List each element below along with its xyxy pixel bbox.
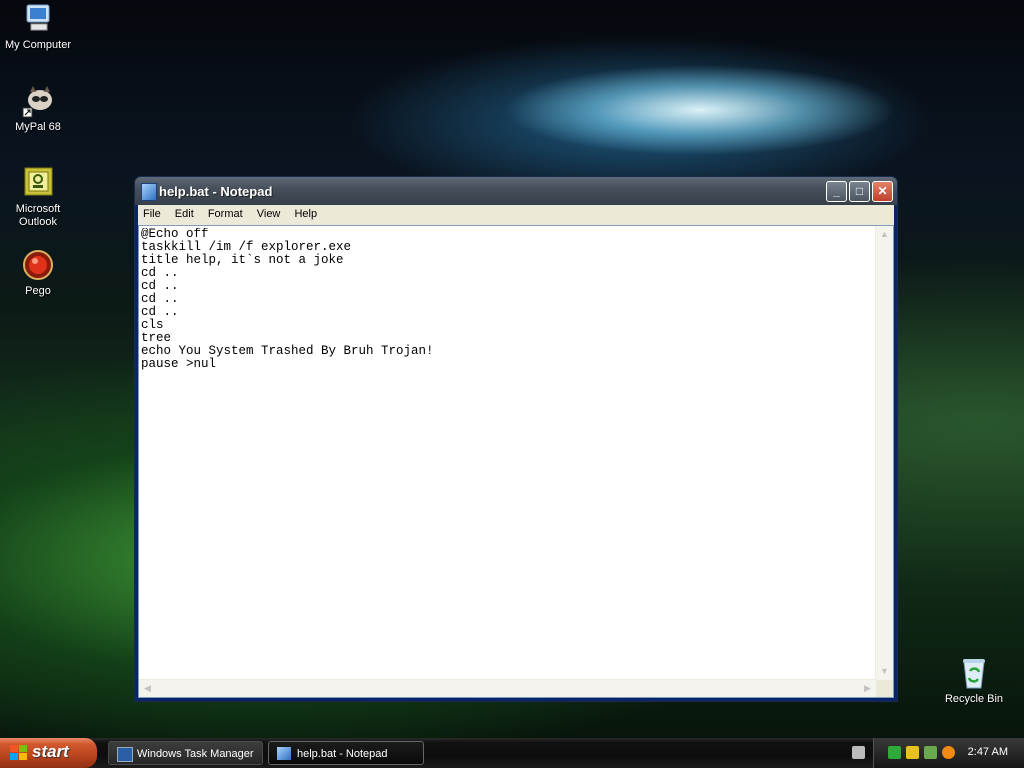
pego-icon <box>21 248 55 282</box>
desktop-icon-outlook[interactable]: Microsoft Outlook <box>0 166 76 229</box>
menu-edit[interactable]: Edit <box>170 205 200 220</box>
window-titlebar[interactable]: help.bat - Notepad _ □ ✕ <box>135 177 897 205</box>
outlook-icon <box>21 166 55 200</box>
menu-help[interactable]: Help <box>289 205 323 220</box>
notepad-icon <box>141 183 157 201</box>
window-title: help.bat - Notepad <box>159 184 273 199</box>
maximize-button[interactable]: □ <box>849 181 870 202</box>
desktop-icon-label-line1: Microsoft <box>15 203 61 215</box>
desktop-icon-recycle-bin[interactable]: Recycle Bin <box>936 656 1012 706</box>
close-button[interactable]: ✕ <box>872 181 893 202</box>
resize-grip[interactable] <box>876 680 893 697</box>
notepad-icon <box>277 747 291 760</box>
editor-area: @Echo off taskkill /im /f explorer.exe t… <box>138 225 894 698</box>
raccoon-icon <box>21 84 55 118</box>
scroll-left-icon[interactable]: ◀ <box>140 681 155 696</box>
task-manager-icon <box>117 747 133 762</box>
windows-logo-icon <box>10 745 28 761</box>
taskbar-item-task-manager[interactable]: Windows Task Manager <box>108 741 263 765</box>
scroll-down-icon[interactable]: ▼ <box>877 664 892 679</box>
security-shield-icon[interactable] <box>906 746 919 759</box>
desktop-icon-label: MyPal 68 <box>15 121 61 133</box>
desktop-icon-label-line2: Outlook <box>19 216 57 228</box>
safely-remove-icon[interactable] <box>924 746 937 759</box>
computer-icon <box>21 2 55 36</box>
keyboard-icon[interactable] <box>852 746 865 759</box>
start-label: start <box>32 742 69 761</box>
taskbar-item-label: help.bat - Notepad <box>297 748 388 760</box>
taskbar-item-label: Windows Task Manager <box>137 748 254 760</box>
desktop-icon-label: My Computer <box>4 39 72 51</box>
start-button[interactable]: start <box>0 738 97 768</box>
scroll-right-icon[interactable]: ▶ <box>860 681 875 696</box>
desktop-icon-pego[interactable]: Pego <box>0 248 76 298</box>
system-tray: 2:47 AM <box>873 738 1024 768</box>
vertical-scrollbar[interactable]: ▲ ▼ <box>875 226 893 680</box>
horizontal-scrollbar[interactable]: ◀ ▶ <box>139 679 876 697</box>
menu-bar: File Edit Format View Help <box>138 205 894 225</box>
search-icon[interactable] <box>942 746 955 759</box>
clock[interactable]: 2:47 AM <box>968 746 1008 758</box>
text-editor[interactable]: @Echo off taskkill /im /f explorer.exe t… <box>141 228 873 677</box>
desktop-icon-label: Pego <box>25 285 51 297</box>
scroll-up-icon[interactable]: ▲ <box>877 227 892 242</box>
recycle-bin-icon <box>957 656 991 690</box>
menu-file[interactable]: File <box>138 205 167 220</box>
desktop-icon-my-computer[interactable]: My Computer <box>0 2 76 52</box>
taskbar-item-notepad[interactable]: help.bat - Notepad <box>268 741 424 765</box>
desktop-icon-mypal[interactable]: MyPal 68 <box>0 84 76 134</box>
menu-format[interactable]: Format <box>203 205 249 220</box>
desktop-icon-label: Recycle Bin <box>944 693 1004 705</box>
network-icon[interactable] <box>888 746 901 759</box>
notepad-window[interactable]: help.bat - Notepad _ □ ✕ File Edit Forma… <box>134 176 898 702</box>
menu-view[interactable]: View <box>252 205 287 220</box>
minimize-button[interactable]: _ <box>826 181 847 202</box>
taskbar: start Windows Task Manager help.bat - No… <box>0 738 1024 768</box>
